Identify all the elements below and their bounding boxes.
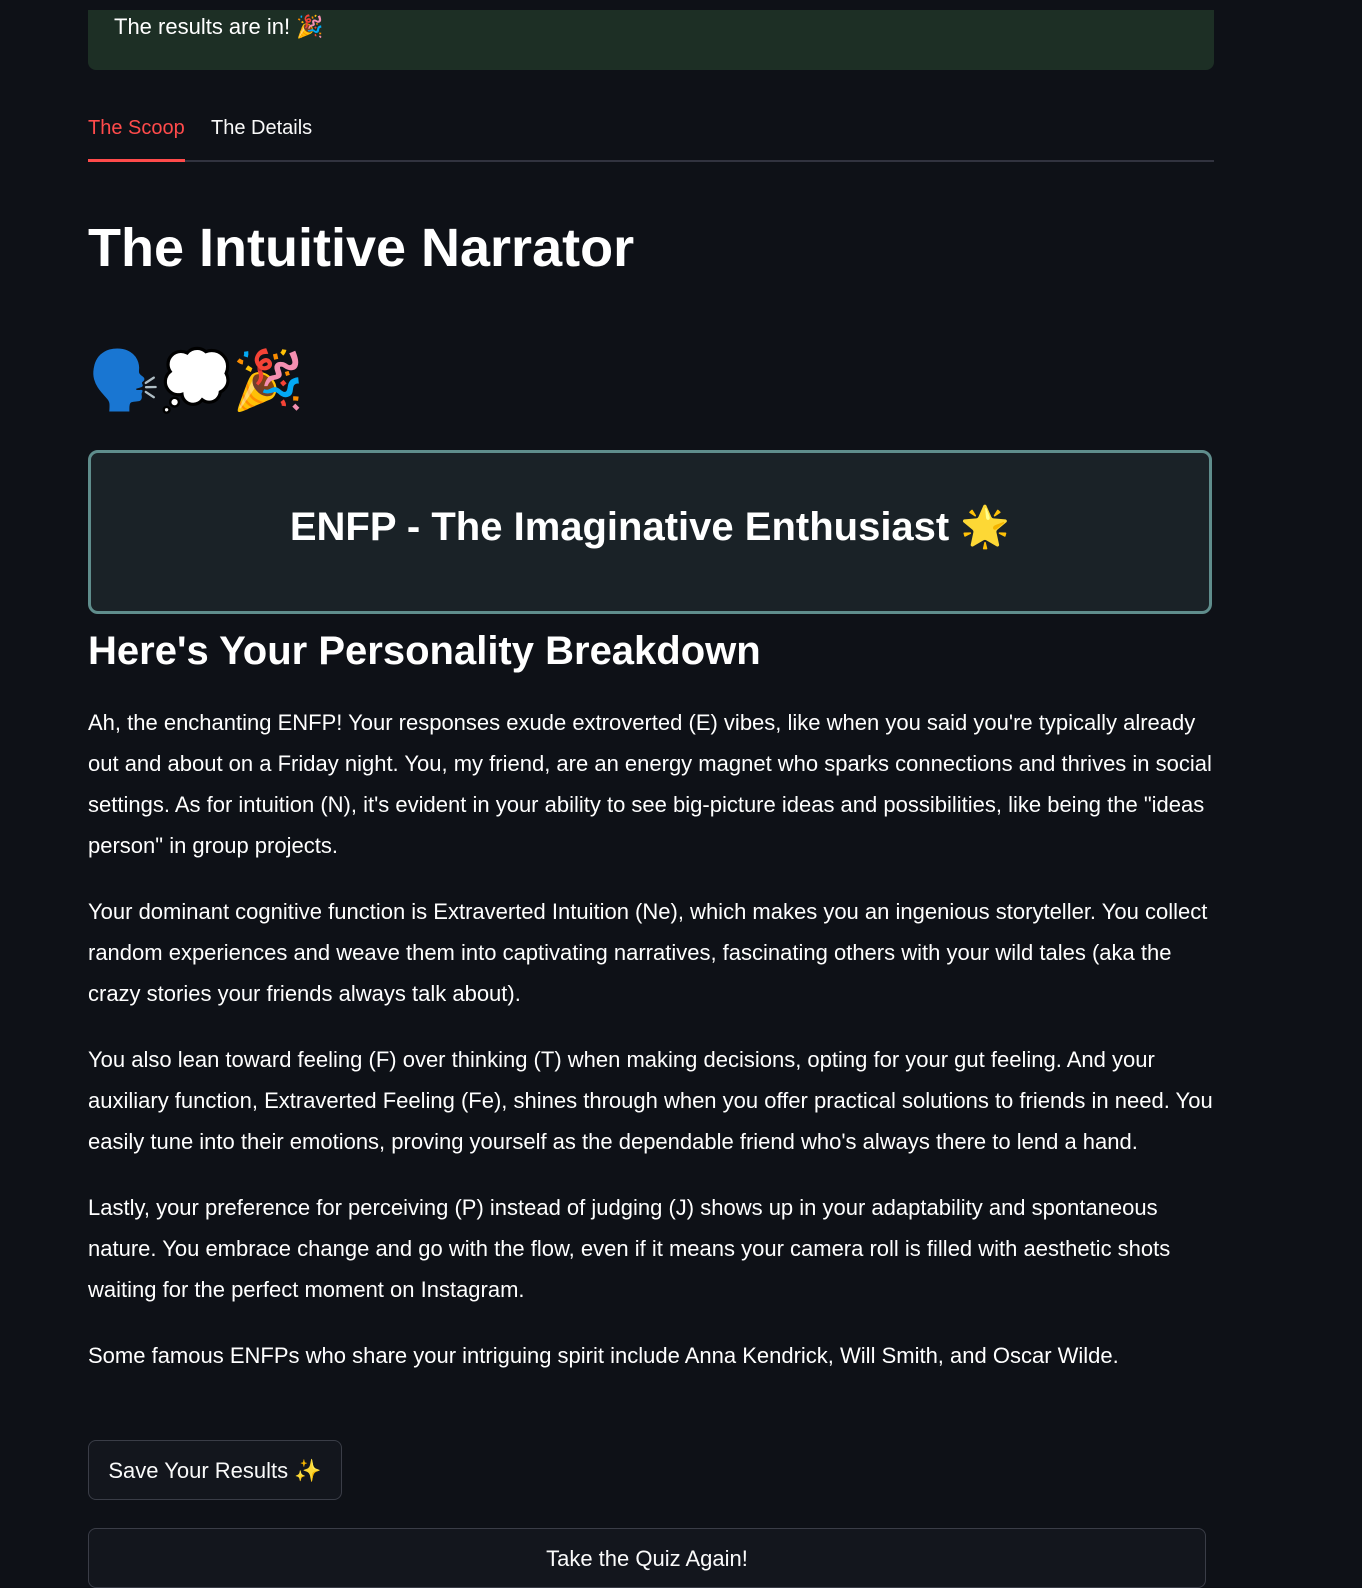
personality-type-card: ENFP - The Imaginative Enthusiast 🌟: [88, 450, 1212, 614]
retake-quiz-button[interactable]: Take the Quiz Again!: [88, 1528, 1206, 1588]
save-results-button[interactable]: Save Your Results ✨: [88, 1440, 342, 1500]
tab-the-details[interactable]: The Details: [211, 114, 312, 142]
personality-type-label: ENFP - The Imaginative Enthusiast 🌟: [289, 505, 1011, 549]
breakdown-paragraph: Ah, the enchanting ENFP! Your responses …: [88, 710, 1212, 858]
personality-emojis: 🗣️💭🎉: [88, 346, 305, 414]
page-title: The Intuitive Narrator: [88, 218, 635, 278]
breakdown-paragraph: Lastly, your preference for perceiving (…: [88, 1195, 1171, 1302]
breakdown-paragraph: Some famous ENFPs who share your intrigu…: [88, 1343, 1119, 1368]
tab-bar: The Scoop The Details: [88, 100, 1214, 162]
breakdown-heading: Here's Your Personality Breakdown: [88, 629, 761, 673]
breakdown-paragraph: You also lean toward feeling (F) over th…: [88, 1047, 1213, 1154]
breakdown-text: Ah, the enchanting ENFP! Your responses …: [88, 702, 1214, 1401]
success-banner: The results are in! 🎉: [88, 10, 1214, 70]
breakdown-paragraph: Your dominant cognitive function is Extr…: [88, 899, 1208, 1006]
active-tab-indicator: [88, 159, 185, 162]
banner-text: The results are in! 🎉: [114, 14, 324, 39]
tab-the-scoop[interactable]: The Scoop: [88, 114, 185, 142]
tab-bar-divider: [88, 160, 1214, 162]
